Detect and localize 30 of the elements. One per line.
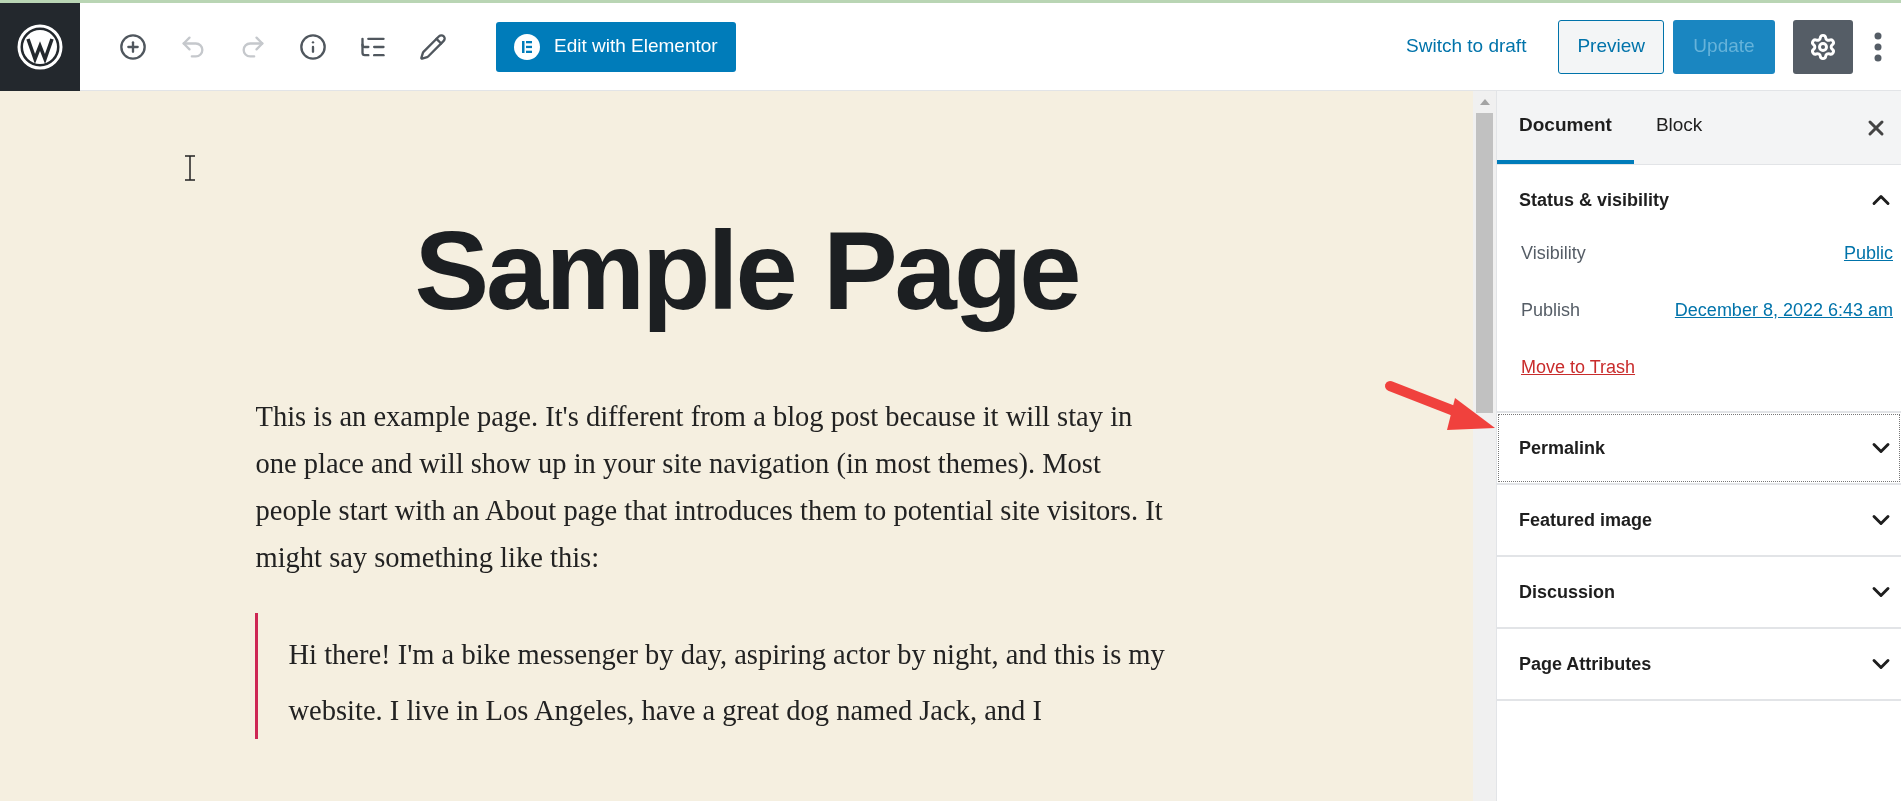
quote-text: Hi there! I'm a bike messenger by day, aspiring actor by night, and this is my website. I live in Los Angeles, have a great dog named Jack, and I <box>288 638 1166 728</box>
text-cursor-icon <box>184 155 196 181</box>
info-icon <box>299 32 327 61</box>
sidebar-tab[interactable]: Block <box>1633 91 1725 164</box>
body-paragraph[interactable]: This is an example page. It's different from a blog post because it will stay in one place and will show up in your site navigation (in most themes). Most people start with an About page that introduces them to potential site visitors. It might say something like this: <box>255 393 1176 581</box>
quote-block[interactable]: Hi there! I'm a bike messenger by day, aspiring actor by night, and this is my website. I live in Los Angeles, have a great dog named Jack, and I <box>254 613 1205 739</box>
field-label: Publish <box>1521 298 1581 322</box>
edit-with-elementor-button[interactable]: Edit with Elementor <box>496 21 736 72</box>
preview-button[interactable]: Preview <box>1558 19 1664 74</box>
panel-header[interactable]: Discussion <box>1497 557 1901 627</box>
move-to-trash-link[interactable]: Move to Trash <box>1521 353 1636 381</box>
field-value-link[interactable]: December 8, 2022 6:43 am <box>1674 296 1893 324</box>
wordpress-logo[interactable] <box>0 2 80 91</box>
settings-button[interactable] <box>1793 19 1853 74</box>
panel-header[interactable]: Status & visibility <box>1497 165 1901 235</box>
pencil-icon <box>419 32 447 61</box>
settings-icon <box>1809 32 1837 61</box>
wordpress-icon <box>17 23 63 70</box>
page-title[interactable]: Sample Page <box>414 201 1079 341</box>
field-value-link[interactable]: Public <box>1843 239 1893 267</box>
switch-to-draft-link[interactable]: Switch to draft <box>1406 32 1527 61</box>
add-icon <box>119 32 147 61</box>
panel-header[interactable]: Permalink <box>1497 413 1901 483</box>
panel-header[interactable]: Featured image <box>1497 485 1901 555</box>
scrollbar[interactable] <box>1473 91 1496 801</box>
field-label: Visibility <box>1521 241 1586 265</box>
sidebar-tab[interactable]: Document <box>1497 91 1634 164</box>
panel-header[interactable]: Page Attributes <box>1497 629 1901 699</box>
elementor-icon <box>514 33 540 60</box>
more-icon <box>1874 31 1882 62</box>
